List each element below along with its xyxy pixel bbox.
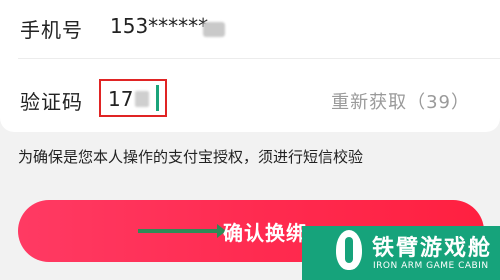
sms-verification-notice: 为确保是您本人操作的支付宝授权，须进行短信校验 [18, 148, 364, 166]
resend-code-button[interactable]: 重新获取（39） [331, 88, 470, 114]
watermark-title: 铁臂游戏舱 [372, 236, 493, 261]
code-input-highlight[interactable] [99, 79, 167, 117]
confirm-rebind-label: 确认换绑 [223, 223, 307, 245]
phone-number-value: 153****** [110, 14, 209, 38]
code-mask-blur [135, 91, 149, 107]
text-caret [156, 85, 159, 111]
phone-mask-blur [203, 22, 225, 37]
watermark-logo-icon [336, 230, 362, 270]
watermark-subtitle: IRON ARM GAME CABIN [373, 261, 489, 271]
pointer-arrow-icon [138, 224, 226, 238]
code-label: 验证码 [20, 90, 83, 114]
phone-label: 手机号 [20, 18, 83, 42]
phone-row: 手机号 153****** [0, 2, 500, 54]
watermark-logo: 铁臂游戏舱 IRON ARM GAME CABIN [302, 226, 500, 280]
code-row: 验证码 重新获取（39） [0, 74, 500, 126]
phone-form-card: 手机号 153****** 验证码 重新获取（39） [0, 0, 500, 132]
row-divider [18, 58, 500, 59]
